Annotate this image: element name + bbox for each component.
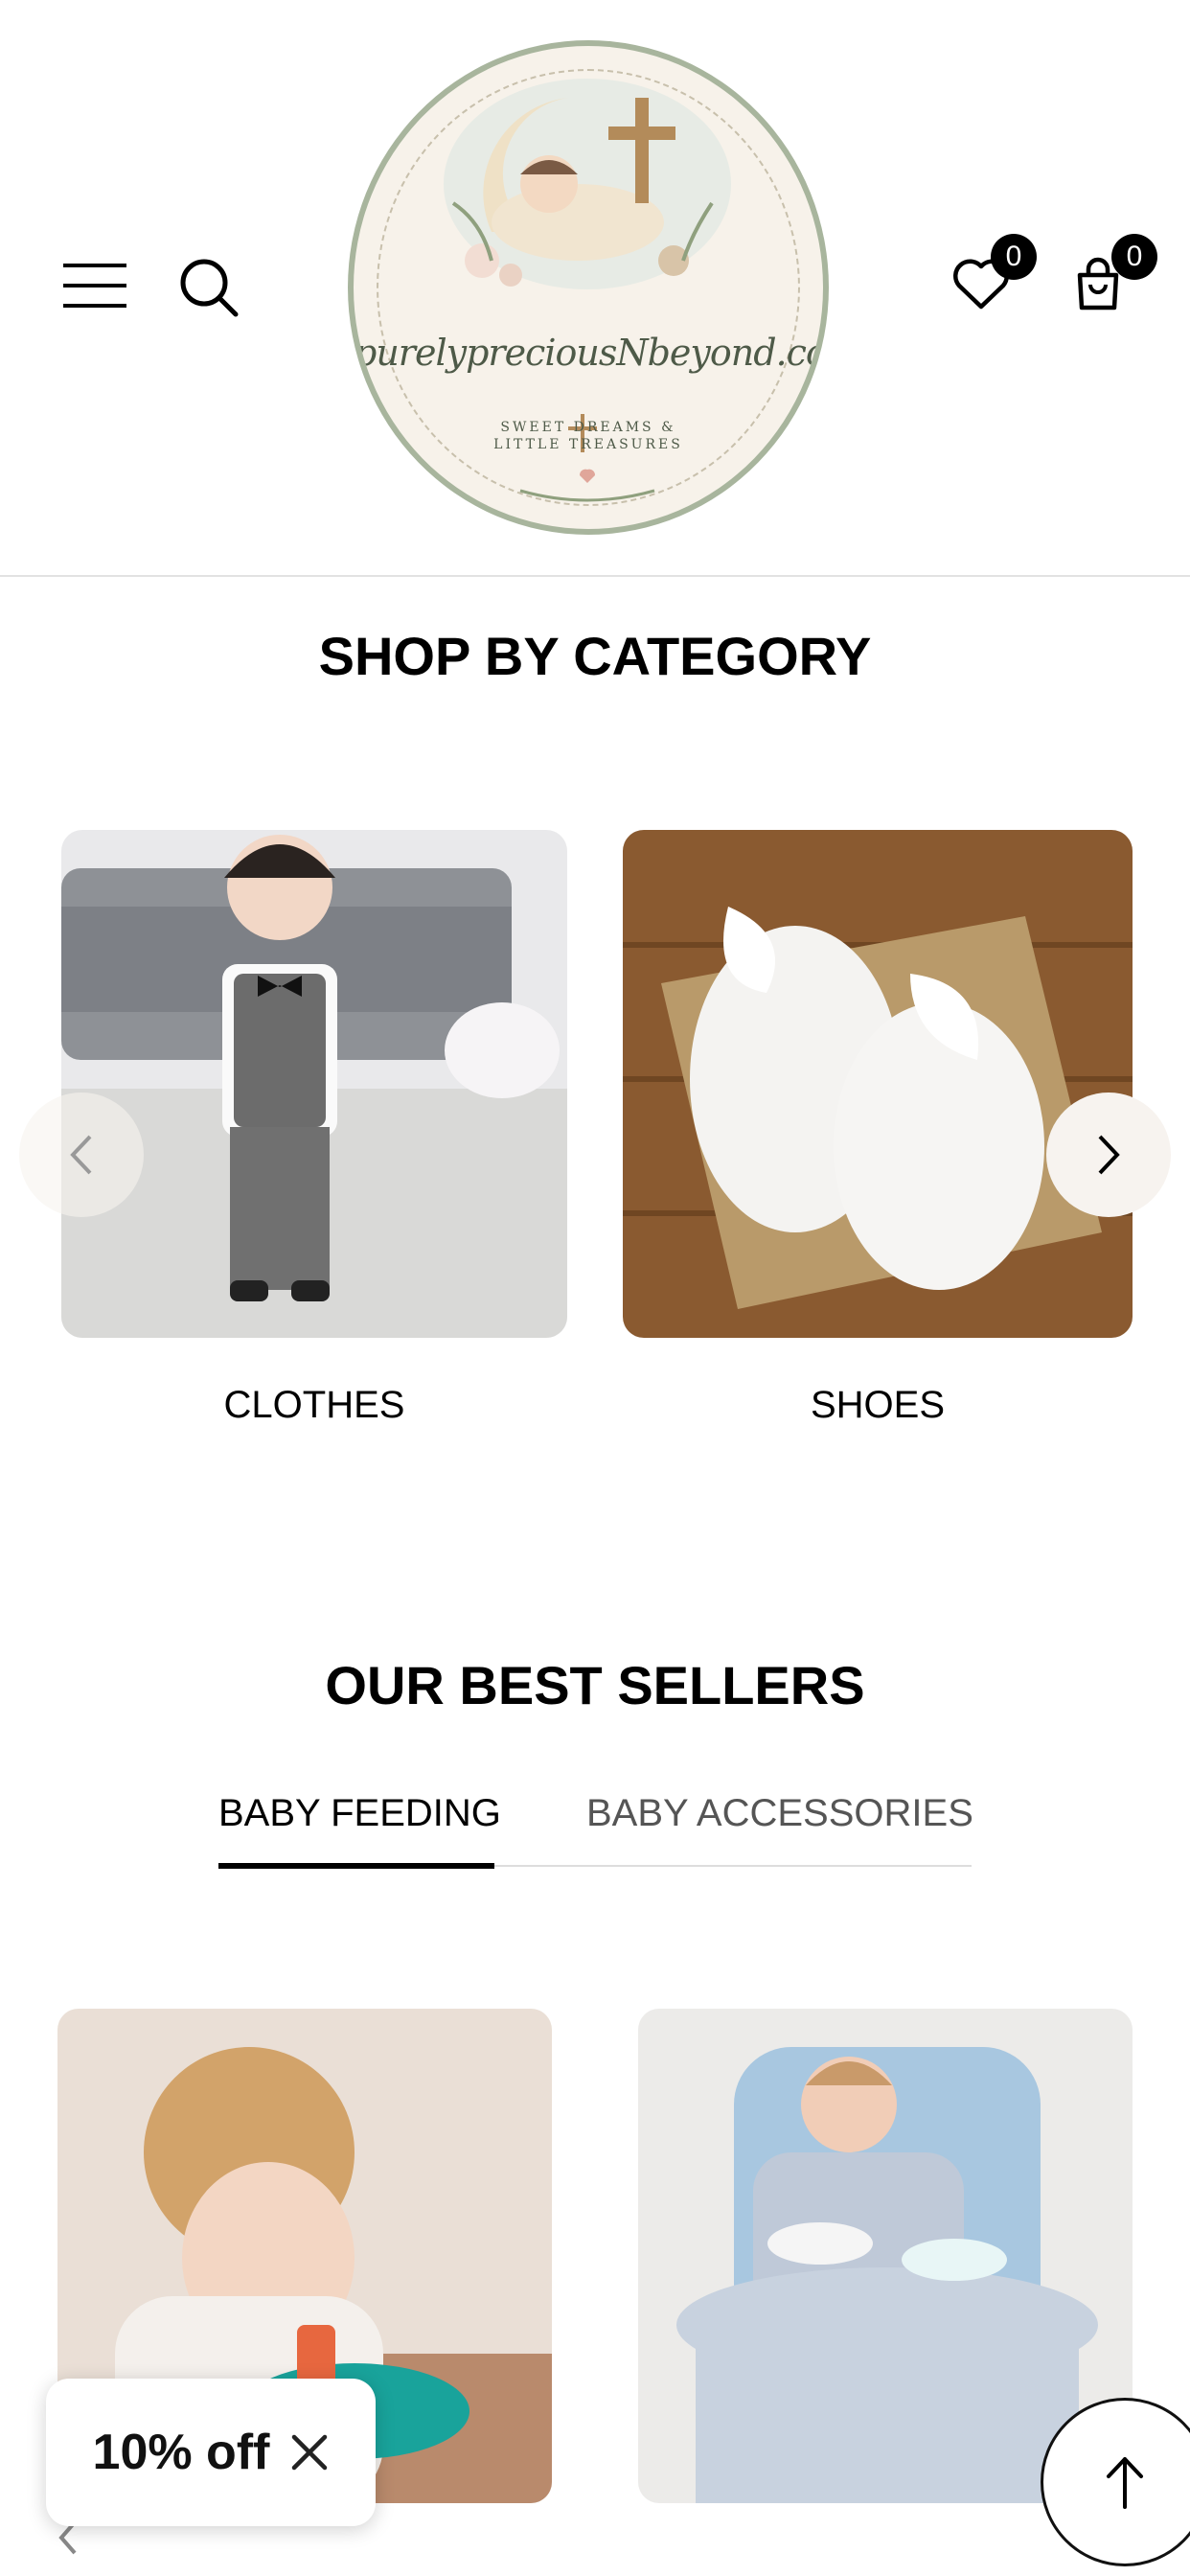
category-card-clothes[interactable] bbox=[61, 830, 567, 1338]
category-next-button[interactable] bbox=[1046, 1092, 1171, 1217]
tab-active-indicator bbox=[218, 1863, 494, 1869]
site-logo[interactable]: purelypreciousNbeyond.com SWEET DREAMS &… bbox=[348, 40, 829, 535]
logo-tagline-line1: SWEET DREAMS & bbox=[500, 420, 676, 435]
cart-count-badge: 0 bbox=[1111, 234, 1157, 280]
category-prev-button[interactable] bbox=[19, 1092, 144, 1217]
arrow-up-icon bbox=[1107, 2457, 1143, 2509]
site-header: purelypreciousNbeyond.com SWEET DREAMS &… bbox=[0, 0, 1190, 577]
menu-button[interactable] bbox=[61, 259, 130, 312]
cart-button[interactable]: 0 bbox=[1069, 234, 1157, 312]
wishlist-count-badge: 0 bbox=[991, 234, 1037, 280]
logo-illustration bbox=[444, 79, 731, 502]
search-button[interactable] bbox=[176, 255, 241, 320]
discount-popup[interactable]: 10% off bbox=[46, 2379, 376, 2526]
close-icon[interactable] bbox=[290, 2433, 329, 2472]
best-sellers-title: OUR BEST SELLERS bbox=[325, 1655, 865, 1715]
category-label-clothes[interactable]: CLOTHES bbox=[61, 1384, 567, 1427]
shoes-category-image bbox=[623, 830, 1133, 1338]
logo-tagline-line2: LITTLE TREASURES bbox=[493, 437, 683, 452]
discount-text[interactable]: 10% off bbox=[93, 2424, 270, 2481]
wishlist-button[interactable]: 0 bbox=[952, 234, 1037, 312]
scroll-to-top-button[interactable] bbox=[1041, 2398, 1190, 2566]
chevron-left-icon bbox=[70, 1135, 92, 1175]
clothes-category-image bbox=[61, 830, 567, 1338]
chevron-right-icon bbox=[1098, 1135, 1120, 1175]
search-icon bbox=[180, 259, 239, 317]
tab-baby-feeding[interactable]: BABY FEEDING bbox=[218, 1792, 501, 1835]
tab-baby-accessories[interactable]: BABY ACCESSORIES bbox=[586, 1792, 973, 1835]
category-card-shoes[interactable] bbox=[623, 830, 1133, 1338]
category-label-shoes[interactable]: SHOES bbox=[623, 1384, 1133, 1427]
logo-brand: purelypreciousNbeyond.com bbox=[354, 332, 829, 374]
shop-by-category-title: SHOP BY CATEGORY bbox=[318, 626, 872, 686]
hamburger-icon bbox=[63, 264, 126, 308]
